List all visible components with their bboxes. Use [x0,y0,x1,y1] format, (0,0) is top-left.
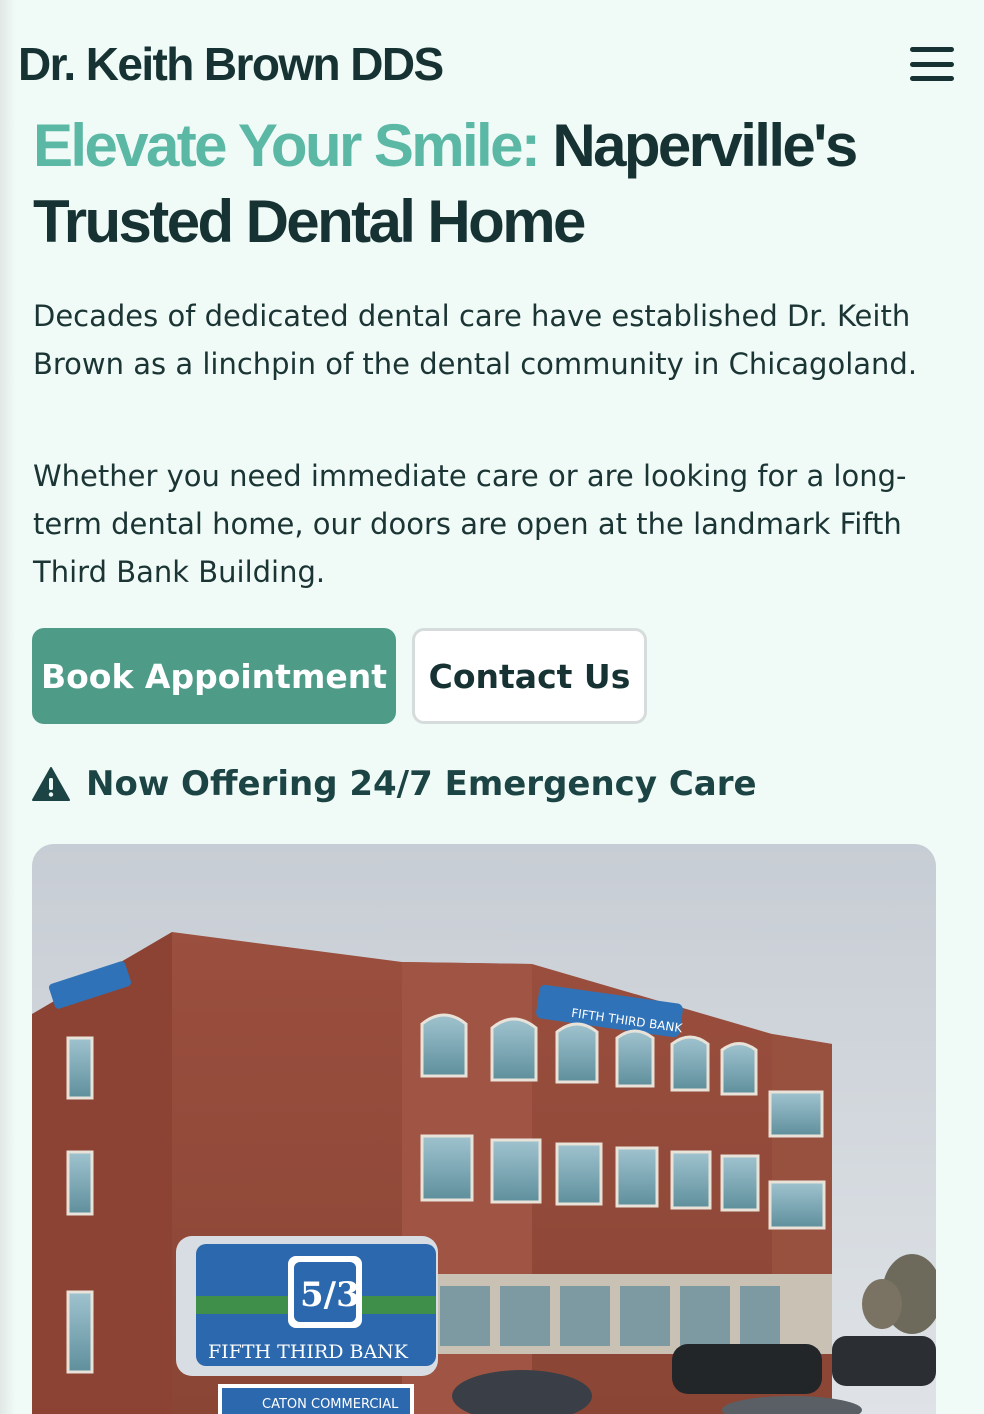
intro-paragraph: Decades of dedicated dental care have es… [33,299,918,381]
contact-us-button[interactable]: Contact Us [412,628,647,724]
hamburger-menu-icon[interactable] [910,44,954,84]
building-photo: FIFTH THIRD BANK 5/3 FIFTH THIRD BANK CA… [32,844,936,1414]
book-appointment-button[interactable]: Book Appointment [32,628,396,724]
emergency-notice: Now Offering 24/7 Emergency Care [32,760,757,808]
monument-sub-text: CATON COMMERCIAL [262,1397,399,1412]
site-header: Dr. Keith Brown DDS [18,36,954,92]
warning-triangle-icon [32,767,70,801]
monument-logo: 5/3 [300,1275,360,1315]
hero-title: Elevate Your Smile: Naperville's Trusted… [33,108,953,260]
hero-title-accent: Elevate Your Smile: [33,112,541,179]
left-edge-shade [0,0,16,1414]
site-title[interactable]: Dr. Keith Brown DDS [18,37,444,91]
emergency-notice-text: Now Offering 24/7 Emergency Care [86,764,757,804]
monument-sign-text: FIFTH THIRD BANK [208,1341,409,1363]
fifth-third-bank-building-image: FIFTH THIRD BANK 5/3 FIFTH THIRD BANK CA… [32,844,936,1414]
location-paragraph: Whether you need immediate care or are l… [33,459,907,589]
